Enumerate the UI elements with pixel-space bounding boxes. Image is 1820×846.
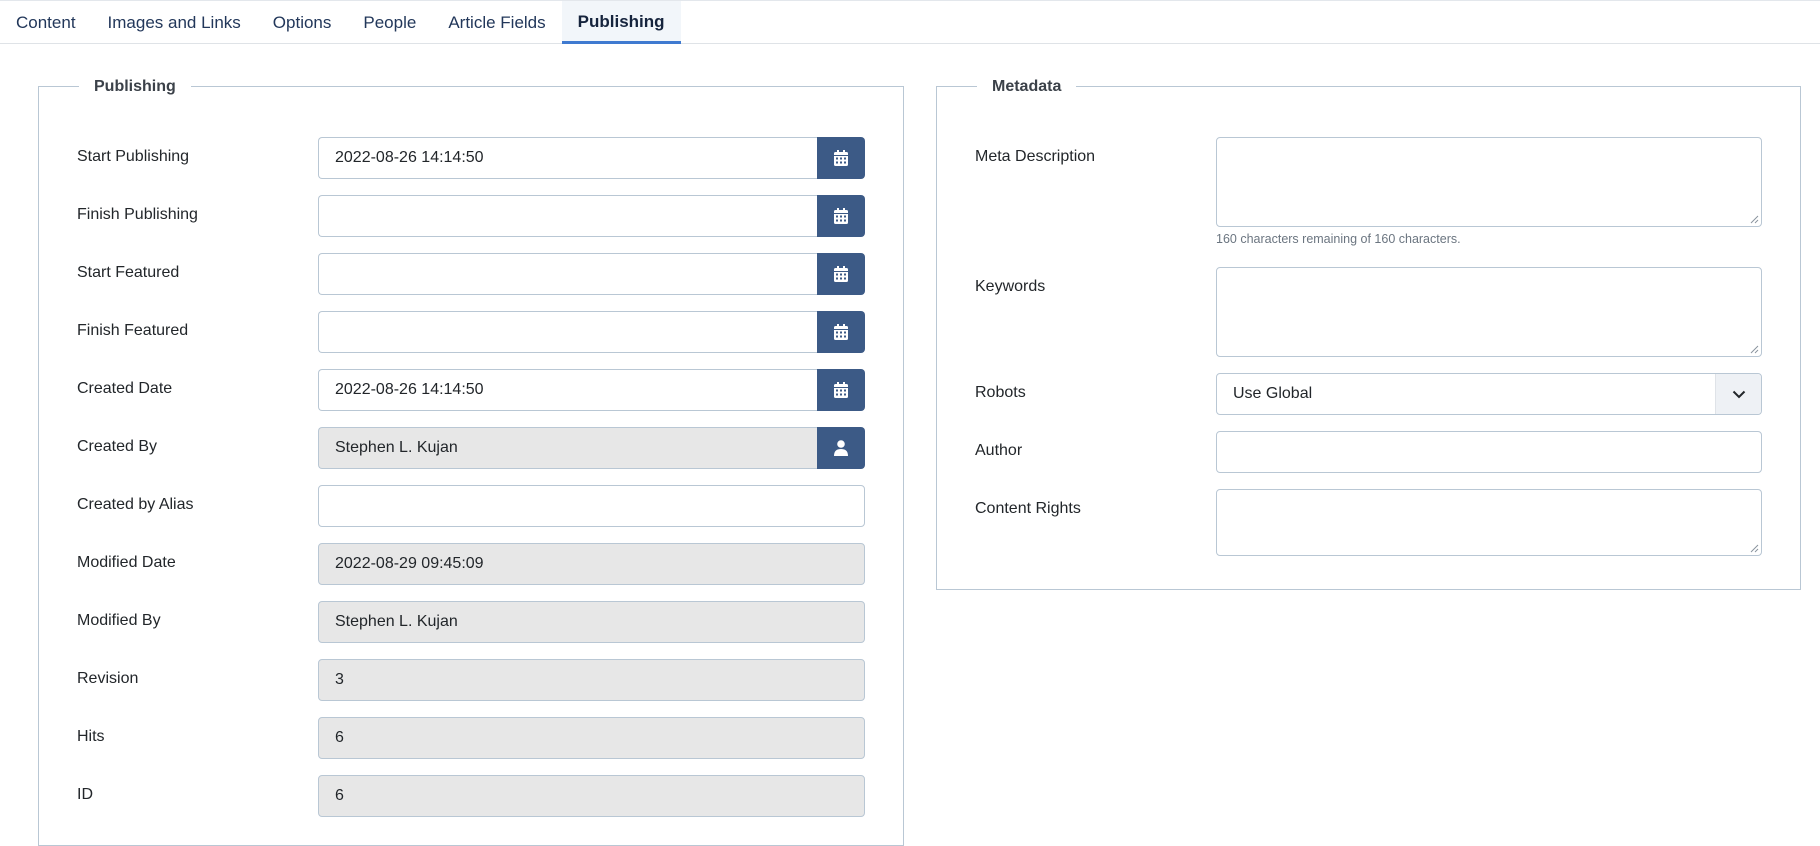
metadata-fieldset: Metadata Meta Description 160 characters… [936,76,1801,590]
start-featured-input[interactable] [318,253,817,295]
tab-options[interactable]: Options [257,1,348,44]
created-date-input[interactable]: 2022-08-26 14:14:50 [318,369,817,411]
tab-content[interactable]: Content [0,1,92,44]
modified-by-label: Modified By [77,612,161,629]
finish-featured-calendar-button[interactable] [817,311,865,353]
resize-grip-icon[interactable] [1750,544,1759,553]
calendar-icon [834,150,848,166]
keywords-textarea[interactable] [1216,267,1762,357]
created-date-calendar-button[interactable] [817,369,865,411]
select-user-button[interactable] [817,427,865,469]
finish-publishing-calendar-button[interactable] [817,195,865,237]
meta-description-label: Meta Description [975,148,1096,165]
hits-input: 6 [318,717,865,759]
modified-date-label: Modified Date [77,554,176,571]
keywords-label: Keywords [975,278,1046,295]
tab-article-fields[interactable]: Article Fields [432,1,561,44]
start-publishing-input[interactable]: 2022-08-26 14:14:50 [318,137,817,179]
start-featured-calendar-button[interactable] [817,253,865,295]
calendar-icon [834,266,848,282]
calendar-icon [834,324,848,340]
start-publishing-calendar-button[interactable] [817,137,865,179]
start-featured-label: Start Featured [77,264,180,281]
created-by-alias-input[interactable] [318,485,865,527]
chevron-down-icon [1715,374,1761,414]
modified-by-input: Stephen L. Kujan [318,601,865,643]
calendar-icon [834,382,848,398]
robots-label: Robots [975,384,1026,401]
tab-people[interactable]: People [347,1,432,44]
robots-select[interactable]: Use Global [1216,373,1762,415]
user-icon [834,440,848,456]
created-by-alias-label: Created by Alias [77,496,194,513]
tab-bar: Content Images and Links Options People … [0,0,1820,44]
author-label: Author [975,442,1023,459]
created-by-label: Created By [77,438,158,455]
start-publishing-label: Start Publishing [77,148,190,165]
revision-label: Revision [77,670,139,687]
robots-selected-value: Use Global [1233,385,1313,402]
meta-description-textarea[interactable] [1216,137,1762,227]
calendar-icon [834,208,848,224]
finish-publishing-label: Finish Publishing [77,206,198,223]
metadata-legend: Metadata [977,76,1077,98]
content-rights-textarea[interactable] [1216,489,1762,556]
modified-date-input: 2022-08-29 09:45:09 [318,543,865,585]
resize-grip-icon[interactable] [1750,215,1759,224]
finish-featured-input[interactable] [318,311,817,353]
publishing-legend: Publishing [79,76,191,98]
created-date-label: Created Date [77,380,173,397]
created-by-input: Stephen L. Kujan [318,427,817,469]
tab-images-and-links[interactable]: Images and Links [92,1,257,44]
finish-featured-label: Finish Featured [77,322,189,339]
id-label: ID [77,786,93,803]
author-input[interactable] [1216,431,1762,473]
content-rights-label: Content Rights [975,500,1081,517]
meta-description-char-counter: 160 characters remaining of 160 characte… [1216,232,1461,246]
tab-publishing[interactable]: Publishing [561,1,681,44]
hits-label: Hits [77,728,105,745]
id-input: 6 [318,775,865,817]
resize-grip-icon[interactable] [1750,345,1759,354]
revision-input: 3 [318,659,865,701]
finish-publishing-input[interactable] [318,195,817,237]
publishing-fieldset: Publishing Start Publishing 2022-08-26 1… [38,76,904,846]
